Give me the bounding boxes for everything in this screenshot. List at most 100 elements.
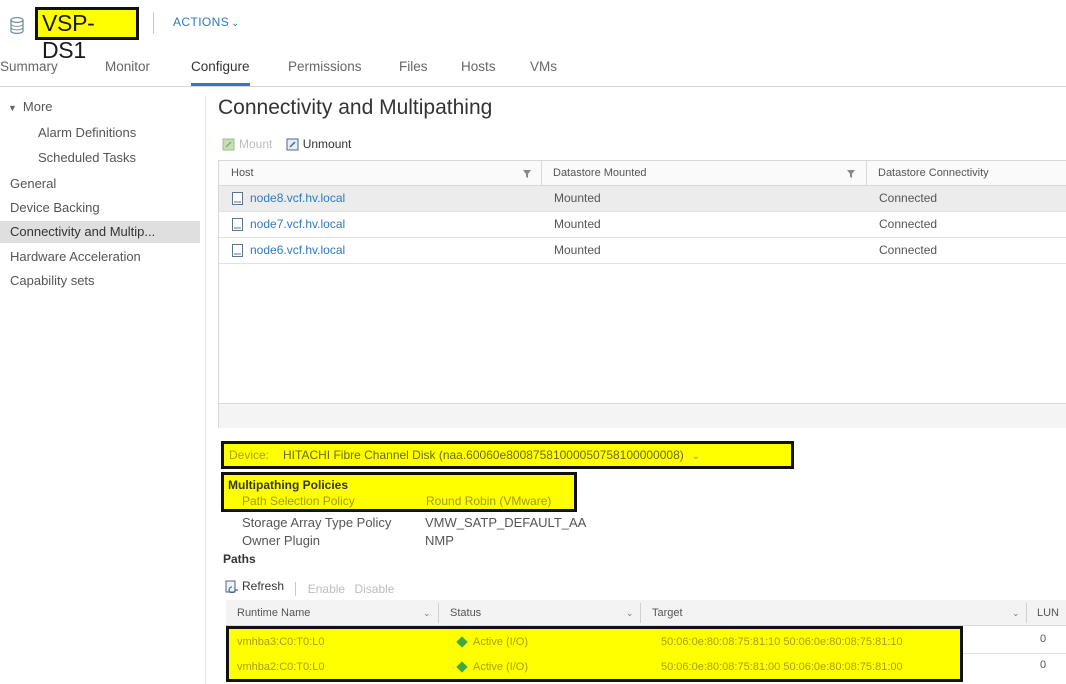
- refresh-icon: [225, 580, 238, 593]
- sidebar-item-device-backing[interactable]: Device Backing: [0, 197, 200, 219]
- hosts-table-header: Host Datastore Mounted Datastore Connect…: [219, 161, 1066, 186]
- column-header-target[interactable]: Target: [652, 600, 683, 626]
- column-header-status[interactable]: Status: [450, 600, 481, 626]
- column-header-lun[interactable]: LUN: [1037, 600, 1059, 626]
- column-header-runtime-name[interactable]: Runtime Name: [237, 600, 310, 626]
- target-cell: 50:06:0e:80:08:75:81:10 50:06:0e:80:08:7…: [661, 636, 903, 648]
- actions-menu-button[interactable]: ACTIONS ⌄: [173, 15, 240, 29]
- tab-hosts[interactable]: Hosts: [461, 58, 496, 86]
- datastore-connectivity-cell: Connected: [879, 217, 938, 231]
- mount-icon: [222, 138, 235, 150]
- paths-toolbar: Refresh Enable Disable: [225, 579, 404, 597]
- column-header-datastore-mounted[interactable]: Datastore Mounted: [541, 161, 647, 185]
- owner-plugin-value: NMP: [425, 533, 454, 548]
- active-status-icon: [456, 636, 468, 648]
- target-cell: 50:06:0e:80:08:75:81:00 50:06:0e:80:08:7…: [661, 661, 903, 673]
- table-row[interactable]: node8.vcf.hv.local Mounted Connected: [219, 186, 1066, 212]
- sidebar-divider: [205, 96, 206, 684]
- datastore-icon: [10, 17, 24, 34]
- column-header-datastore-connectivity[interactable]: Datastore Connectivity: [866, 161, 989, 185]
- host-link[interactable]: node6.vcf.hv.local: [250, 238, 345, 263]
- mount-button[interactable]: Mount: [222, 137, 272, 151]
- datastore-connectivity-cell: Connected: [879, 191, 938, 205]
- caret-down-icon: ▼: [8, 103, 17, 113]
- table-row[interactable]: node6.vcf.hv.local Mounted Connected: [219, 238, 1066, 264]
- lun-cell: 0: [1040, 633, 1047, 645]
- status-cell: Active (I/O): [473, 661, 529, 673]
- sidebar-item-label: More: [22, 99, 53, 114]
- table-row[interactable]: vmhba3:C0:T0:L0 Active (I/O) 50:06:0e:80…: [229, 630, 960, 655]
- chevron-down-icon: ⌄: [691, 451, 701, 462]
- sidebar-item-more[interactable]: ▼ More: [0, 96, 200, 118]
- sidebar-item-capability-sets[interactable]: Capability sets: [0, 270, 200, 292]
- host-link[interactable]: node7.vcf.hv.local: [250, 212, 345, 237]
- datagrid-footer: [219, 403, 1066, 428]
- object-header: VSP-DS1 ACTIONS ⌄ Summary Monitor Configu…: [0, 0, 1066, 88]
- datastore-mounted-cell: Mounted: [554, 217, 601, 231]
- tab-monitor[interactable]: Monitor: [105, 58, 150, 86]
- runtime-name-cell: vmhba2:C0:T0:L0: [237, 661, 325, 673]
- hosts-datagrid: Host Datastore Mounted Datastore Connect…: [218, 160, 1066, 428]
- filter-icon[interactable]: [847, 170, 855, 178]
- table-row[interactable]: vmhba2:C0:T0:L0 Active (I/O) 50:06:0e:80…: [229, 655, 960, 680]
- tabs-divider: [0, 86, 1066, 87]
- datastore-mounted-cell: Mounted: [554, 243, 601, 257]
- sidebar-item-alarm-definitions[interactable]: Alarm Definitions: [0, 122, 200, 144]
- device-label: Device:: [229, 448, 270, 462]
- status-cell: Active (I/O): [473, 636, 529, 648]
- column-divider: [640, 603, 641, 623]
- page-title: Connectivity and Multipathing: [218, 96, 493, 119]
- storage-array-type-policy-value: VMW_SATP_DEFAULT_AA: [425, 515, 587, 530]
- enable-button[interactable]: Enable: [308, 582, 345, 596]
- sidebar-item-connectivity-multipathing[interactable]: Connectivity and Multip...: [0, 221, 200, 243]
- row-divider: [963, 653, 1066, 654]
- host-icon: [232, 192, 243, 205]
- tab-summary[interactable]: Summary: [0, 58, 58, 86]
- lun-cell: 0: [1040, 659, 1047, 671]
- device-value: HITACHI Fibre Channel Disk (naa.60060e80…: [283, 448, 684, 462]
- paths-rows-highlight: vmhba3:C0:T0:L0 Active (I/O) 50:06:0e:80…: [226, 626, 963, 682]
- multipathing-policies-title: Multipathing Policies: [228, 478, 349, 492]
- sidebar-item-general[interactable]: General: [0, 173, 200, 195]
- refresh-button[interactable]: Refresh: [225, 579, 284, 593]
- owner-plugin-label: Owner Plugin: [242, 533, 321, 548]
- header-divider: [153, 12, 154, 34]
- unmount-button[interactable]: Unmount: [286, 137, 351, 151]
- unmount-icon: [286, 138, 299, 150]
- path-selection-policy-label: Path Selection Policy: [242, 494, 355, 508]
- path-selection-policy-value: Round Robin (VMware): [426, 494, 552, 508]
- table-row[interactable]: node7.vcf.hv.local Mounted Connected: [219, 212, 1066, 238]
- datastore-title: VSP-DS1: [35, 7, 139, 63]
- column-divider: [1026, 603, 1027, 623]
- runtime-name-cell: vmhba3:C0:T0:L0: [237, 636, 325, 648]
- tab-permissions[interactable]: Permissions: [288, 58, 362, 86]
- chevron-down-icon[interactable]: ⌄: [423, 600, 431, 626]
- actions-label: ACTIONS: [173, 15, 230, 29]
- paths-title: Paths: [223, 552, 256, 566]
- datastore-mounted-cell: Mounted: [554, 191, 601, 205]
- multipathing-policies-highlight: Multipathing Policies Path Selection Pol…: [221, 472, 577, 512]
- tab-configure[interactable]: Configure: [191, 58, 250, 86]
- host-icon: [232, 218, 243, 231]
- chevron-down-icon[interactable]: ⌄: [626, 600, 634, 626]
- object-tabs: Summary Monitor Configure Permissions Fi…: [0, 58, 1066, 86]
- sidebar-item-scheduled-tasks[interactable]: Scheduled Tasks: [0, 147, 200, 169]
- sidebar-item-hardware-acceleration[interactable]: Hardware Acceleration: [0, 246, 200, 268]
- active-status-icon: [456, 661, 468, 673]
- tab-vms[interactable]: VMs: [530, 58, 557, 86]
- paths-table-header: Runtime Name ⌄ Status ⌄ Target ⌄ LUN: [226, 600, 1066, 626]
- host-icon: [232, 244, 243, 257]
- host-link[interactable]: node8.vcf.hv.local: [250, 186, 345, 211]
- mount-toolbar: Mount Unmount: [222, 137, 361, 153]
- storage-array-type-policy-label: Storage Array Type Policy: [242, 515, 392, 530]
- toolbar-divider: [295, 582, 297, 597]
- filter-icon[interactable]: [523, 170, 531, 178]
- column-header-host[interactable]: Host: [219, 161, 254, 185]
- device-selector[interactable]: Device: HITACHI Fibre Channel Disk (naa.6…: [221, 441, 794, 469]
- chevron-down-icon[interactable]: ⌄: [1012, 600, 1020, 626]
- datastore-connectivity-cell: Connected: [879, 243, 938, 257]
- chevron-down-icon: ⌄: [231, 18, 240, 29]
- tab-files[interactable]: Files: [399, 58, 428, 86]
- column-divider: [438, 603, 439, 623]
- disable-button[interactable]: Disable: [354, 582, 394, 596]
